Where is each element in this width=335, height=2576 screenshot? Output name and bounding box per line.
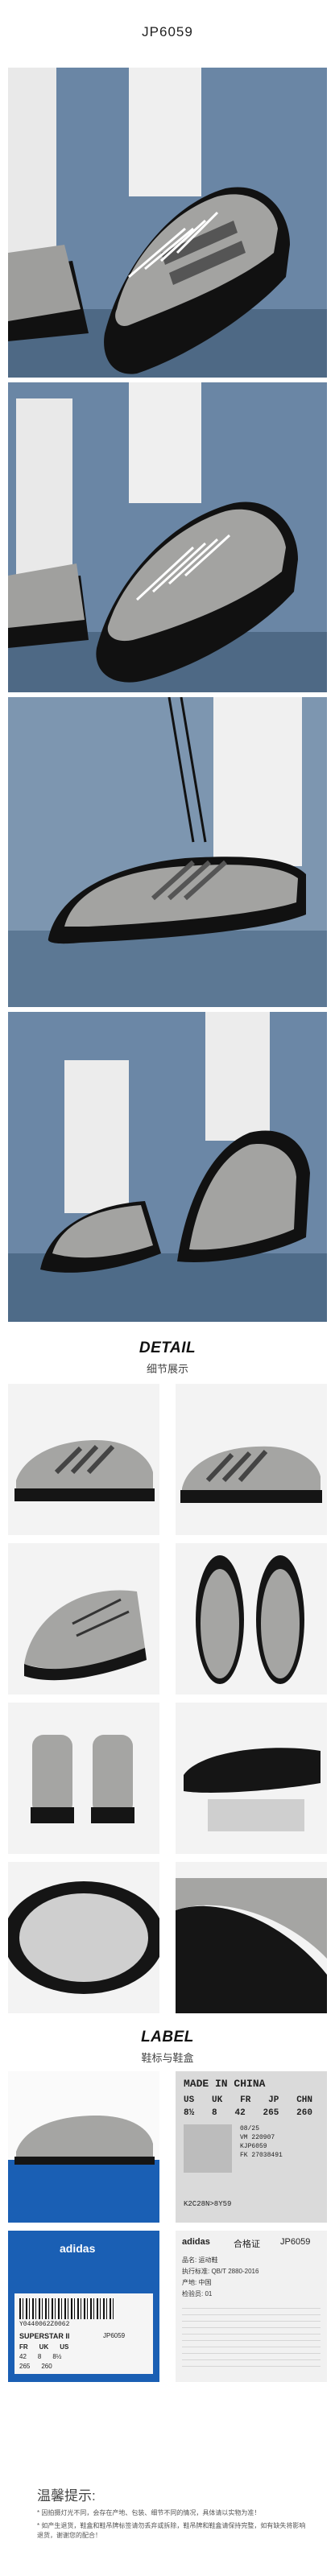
detail-section-title-en: DETAIL	[139, 1340, 196, 1356]
size-header-jp: JP	[268, 2095, 279, 2105]
label-section-title-cn: 鞋标与鞋盒	[141, 2052, 194, 2064]
box-size-header-us: US	[60, 2343, 69, 2351]
barcode-text: Y0440062Z0062	[19, 2321, 70, 2328]
tag-line-2: VM 220907	[240, 2134, 275, 2141]
detail-photo-sole	[176, 1703, 327, 1854]
box-size-header-fr: FR	[19, 2343, 28, 2351]
product-photo-1	[8, 68, 327, 378]
detail-photo-top	[176, 1543, 327, 1695]
tag-line-5: K2C28N>8Y59	[184, 2200, 232, 2208]
product-photo-4	[8, 1012, 327, 1322]
detail-photo-back	[8, 1703, 159, 1854]
tip-line-1: * 因拍摄灯光不同，会存在产地、包装、细节不同的情况，具体请以实物为准！	[37, 2509, 261, 2516]
certificate-line-3: 产地: 中国	[182, 2279, 212, 2286]
box-product-code: JP6059	[103, 2332, 126, 2339]
certificate-title: 合格证	[234, 2240, 260, 2249]
product-photo-3	[8, 697, 327, 1007]
product-code-title: JP6059	[142, 24, 193, 39]
tag-line-3: KJP6059	[240, 2143, 267, 2150]
size-value-us: 8½	[184, 2108, 195, 2118]
product-photo-2	[8, 382, 327, 692]
size-value-jp: 265	[263, 2108, 279, 2118]
tips-title: 温馨提示:	[37, 2488, 96, 2504]
certificate-photo: adidas 合格证 JP6059 品名: 运动鞋 执行标准: QB/T 288…	[176, 2231, 327, 2382]
detail-photo-side	[8, 1384, 159, 1535]
barcode-graphic	[19, 2298, 116, 2319]
size-header-us: US	[184, 2095, 195, 2105]
box-product-name: SUPERSTAR II	[19, 2332, 70, 2340]
box-size-uk: 8	[37, 2353, 42, 2360]
certificate-code: JP6059	[280, 2237, 311, 2247]
size-header-chn: CHN	[296, 2095, 312, 2105]
certificate-brand: adidas	[182, 2237, 210, 2247]
detail-section-title-cn: 细节展示	[146, 1363, 188, 1375]
size-value-fr: 42	[234, 2108, 246, 2118]
size-value-chn: 260	[296, 2108, 312, 2118]
tip-line-2: * 如产生退货，鞋盒和鞋吊牌标签请勿丢弃或拆除，鞋吊牌和鞋盒请保持完整，如有缺失…	[37, 2522, 306, 2539]
box-size-fr: 42	[19, 2353, 27, 2360]
box-size-header-uk: UK	[39, 2343, 49, 2351]
box-bottom-value-2: 260	[41, 2363, 52, 2370]
size-tag-photo: MADE IN CHINA US UK FR JP CHN 8½ 8 42 26…	[176, 2071, 327, 2223]
detail-photo-toe	[176, 1862, 327, 2013]
detail-photo-side-2	[176, 1384, 327, 1535]
certificate-line-2: 执行标准: QB/T 2880-2016	[182, 2268, 259, 2275]
tag-line-1: 08/25	[240, 2125, 260, 2132]
qr-code-blurred	[184, 2124, 232, 2173]
tag-line-4: FK 27038491	[240, 2152, 283, 2159]
detail-photo-insole	[8, 1862, 159, 2013]
box-bottom-value-1: 265	[19, 2363, 31, 2370]
box-size-us: 8½	[52, 2353, 62, 2360]
size-header-fr: FR	[240, 2095, 251, 2105]
size-value-uk: 8	[212, 2108, 217, 2118]
size-header-uk: UK	[212, 2095, 223, 2105]
box-label-sticker: Y0440062Z0062 SUPERSTAR II JP6059 FR UK …	[14, 2293, 153, 2374]
certificate-line-1: 品名: 运动鞋	[182, 2256, 218, 2264]
label-section-title-en: LABEL	[141, 2029, 194, 2046]
box-brand-logo: adidas	[60, 2242, 96, 2255]
made-in-label: MADE IN CHINA	[184, 2078, 266, 2090]
detail-photo-angle	[8, 1543, 159, 1695]
certificate-fine-print	[182, 2308, 321, 2372]
certificate-line-4: 检验员: 01	[182, 2290, 213, 2297]
box-label-photo: Y0440062Z0062 SUPERSTAR II JP6059 FR UK …	[8, 2231, 159, 2382]
shoe-on-box-photo	[8, 2071, 159, 2223]
